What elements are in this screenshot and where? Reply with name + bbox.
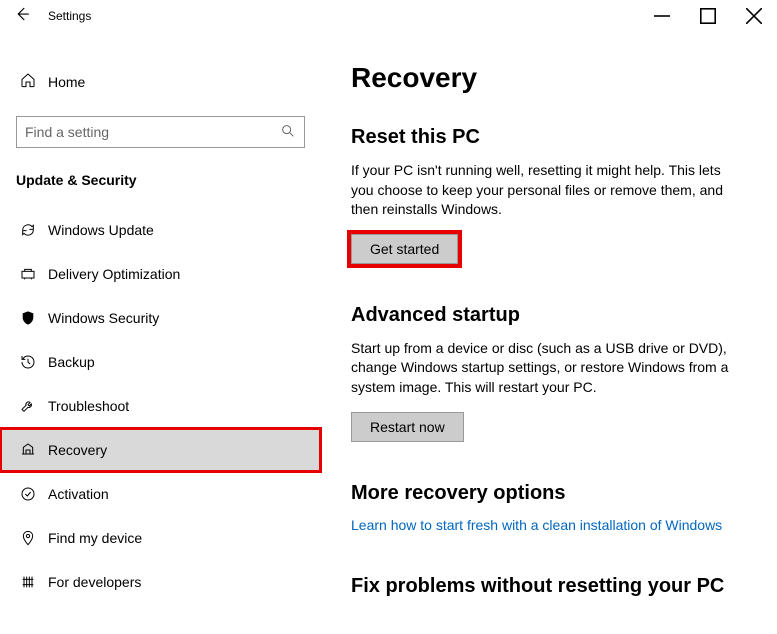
advanced-heading: Advanced startup xyxy=(351,304,747,327)
restart-now-button[interactable]: Restart now xyxy=(351,412,464,442)
search-placeholder: Find a setting xyxy=(25,124,280,140)
developers-icon xyxy=(20,574,48,590)
titlebar: Settings xyxy=(0,0,777,32)
nav-label: Windows Security xyxy=(48,310,159,326)
nav-list: Windows Update Delivery Optimization Win… xyxy=(0,208,321,604)
sidebar-item-delivery-optimization[interactable]: Delivery Optimization xyxy=(0,252,321,296)
window-title: Settings xyxy=(48,9,91,23)
content-area: Home Find a setting Update & Security Wi… xyxy=(0,32,777,634)
sidebar-item-windows-update[interactable]: Windows Update xyxy=(0,208,321,252)
nav-label: Windows Update xyxy=(48,222,154,238)
sidebar-item-recovery[interactable]: Recovery xyxy=(0,428,321,472)
history-icon xyxy=(20,354,48,370)
sidebar-item-backup[interactable]: Backup xyxy=(0,340,321,384)
fix-heading: Fix problems without resetting your PC xyxy=(351,575,747,598)
clean-install-link[interactable]: Learn how to start fresh with a clean in… xyxy=(351,517,722,533)
sync-icon xyxy=(20,222,48,238)
location-icon xyxy=(20,530,48,546)
shield-icon xyxy=(20,310,48,326)
advanced-startup-section: Advanced startup Start up from a device … xyxy=(351,304,747,442)
maximize-button[interactable] xyxy=(685,0,731,32)
recovery-icon xyxy=(20,442,48,458)
nav-label: Recovery xyxy=(48,442,107,458)
main-content: Recovery Reset this PC If your PC isn't … xyxy=(321,32,777,634)
sidebar-item-find-my-device[interactable]: Find my device xyxy=(0,516,321,560)
sidebar-item-for-developers[interactable]: For developers xyxy=(0,560,321,604)
check-circle-icon xyxy=(20,486,48,502)
page-title: Recovery xyxy=(351,62,747,94)
reset-body: If your PC isn't running well, resetting… xyxy=(351,161,747,220)
search-input[interactable]: Find a setting xyxy=(16,116,305,148)
back-button[interactable] xyxy=(0,5,44,28)
home-icon xyxy=(20,72,48,93)
nav-label: Find my device xyxy=(48,530,142,546)
sidebar-item-windows-security[interactable]: Windows Security xyxy=(0,296,321,340)
sidebar: Home Find a setting Update & Security Wi… xyxy=(0,32,321,634)
nav-label: Troubleshoot xyxy=(48,398,129,414)
category-header: Update & Security xyxy=(16,172,321,188)
settings-window: Settings Home Find a setting Update & Se… xyxy=(0,0,777,634)
fix-problems-section: Fix problems without resetting your PC xyxy=(351,575,747,598)
minimize-icon xyxy=(654,8,670,24)
wrench-icon xyxy=(20,398,48,414)
get-started-button[interactable]: Get started xyxy=(351,234,458,264)
sidebar-item-troubleshoot[interactable]: Troubleshoot xyxy=(0,384,321,428)
more-recovery-section: More recovery options Learn how to start… xyxy=(351,482,747,535)
nav-label: Activation xyxy=(48,486,109,502)
search-icon xyxy=(280,123,296,142)
advanced-body: Start up from a device or disc (such as … xyxy=(351,339,747,398)
close-button[interactable] xyxy=(731,0,777,32)
maximize-icon xyxy=(700,8,716,24)
close-icon xyxy=(746,8,762,24)
nav-label: Backup xyxy=(48,354,95,370)
home-nav[interactable]: Home xyxy=(0,60,321,104)
sidebar-item-activation[interactable]: Activation xyxy=(0,472,321,516)
nav-label: Delivery Optimization xyxy=(48,266,180,282)
arrow-left-icon xyxy=(13,5,31,23)
reset-heading: Reset this PC xyxy=(351,126,747,149)
delivery-icon xyxy=(20,266,48,282)
minimize-button[interactable] xyxy=(639,0,685,32)
home-label: Home xyxy=(48,74,85,90)
nav-label: For developers xyxy=(48,574,141,590)
reset-pc-section: Reset this PC If your PC isn't running w… xyxy=(351,126,747,264)
more-heading: More recovery options xyxy=(351,482,747,505)
